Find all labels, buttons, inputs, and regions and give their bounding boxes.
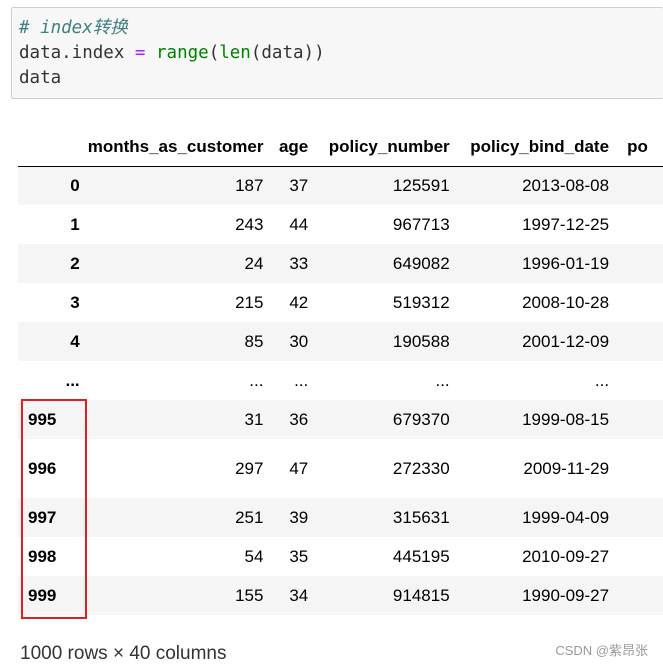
cell	[609, 283, 663, 322]
row-index: 3	[70, 292, 80, 312]
cell: 125591	[392, 175, 450, 195]
cell	[609, 205, 663, 244]
cell: 31	[244, 409, 264, 429]
cell: 297	[235, 458, 264, 478]
cell: ...	[249, 370, 264, 390]
row-index: 4	[70, 331, 80, 351]
cell	[609, 244, 663, 283]
table-row: 3 215 42 519312 2008-10-28	[18, 283, 663, 322]
cell: 251	[235, 507, 264, 527]
cell: 2010-09-27	[522, 546, 610, 566]
cell: ...	[594, 370, 610, 390]
cell: 2008-10-28	[522, 292, 610, 312]
cell: 33	[289, 253, 309, 273]
cell: 30	[289, 331, 309, 351]
cell: 42	[289, 292, 309, 312]
cell: 914815	[392, 585, 450, 605]
cell: 243	[235, 214, 264, 234]
table-row: 0 187 37 125591 2013-08-08	[18, 166, 663, 205]
code-comment-line: # index转换	[19, 18, 128, 38]
cell	[609, 400, 663, 439]
cell	[609, 576, 663, 615]
code-output-var-line: data	[19, 68, 62, 88]
table-header-row: months_as_customer age policy_number pol…	[18, 128, 663, 166]
table-row: 999 155 34 914815 1990-09-27	[18, 576, 663, 615]
cell: 24	[244, 253, 264, 273]
table-row-ellipsis: ... ... ... ... ...	[18, 361, 663, 400]
cell: 54	[244, 546, 264, 566]
cell: 272330	[392, 458, 450, 478]
cell: 2001-12-09	[522, 331, 610, 351]
code-assignment-line: data.index = range(len(data))	[19, 43, 325, 63]
index-header	[18, 128, 80, 166]
watermark: CSDN @紫昂张	[555, 643, 648, 658]
cell: 37	[289, 175, 309, 195]
table-row: 2 24 33 649082 1996-01-19	[18, 244, 663, 283]
cell	[609, 322, 663, 361]
highlight-box	[21, 399, 87, 619]
row-index: 2	[70, 253, 80, 273]
cell	[609, 361, 663, 400]
cell: 44	[289, 214, 309, 234]
cell: 315631	[392, 507, 450, 527]
row-index: 0	[70, 175, 80, 195]
cell: 649082	[392, 253, 450, 273]
cell: 679370	[392, 409, 450, 429]
cell	[609, 439, 663, 498]
row-index: 1	[70, 214, 80, 234]
cell: 1999-04-09	[522, 507, 610, 527]
code-cell[interactable]: # index转换 data.index = range(len(data)) …	[11, 7, 663, 99]
cell: 36	[289, 409, 309, 429]
cell: 1990-09-27	[522, 585, 610, 605]
table-row: 998 54 35 445195 2010-09-27	[18, 537, 663, 576]
cell: ...	[294, 370, 309, 390]
cell: 47	[289, 458, 309, 478]
column-header: months_as_customer	[87, 136, 264, 156]
cell	[609, 537, 663, 576]
table-row: 995 31 36 679370 1999-08-15	[18, 400, 663, 439]
cell: 1996-01-19	[522, 253, 610, 273]
cell: 215	[235, 292, 264, 312]
dataframe-table: months_as_customer age policy_number pol…	[18, 128, 663, 615]
cell: 1997-12-25	[522, 214, 610, 234]
cell: 2009-11-29	[523, 458, 610, 478]
cell: 187	[235, 175, 264, 195]
column-header: policy_number	[328, 136, 450, 156]
table-row: 1 243 44 967713 1997-12-25	[18, 205, 663, 244]
column-header: age	[278, 136, 309, 156]
cell: 34	[289, 585, 309, 605]
cell: 1999-08-15	[522, 409, 610, 429]
cell: 155	[235, 585, 264, 605]
column-header: policy_bind_date	[470, 136, 610, 156]
cell: ...	[435, 370, 450, 390]
shape-summary: 1000 rows × 40 columns	[20, 643, 227, 664]
table-row: 996 297 47 272330 2009-11-29	[18, 439, 663, 498]
cell: 967713	[392, 214, 450, 234]
cell: 85	[244, 331, 264, 351]
cell	[609, 498, 663, 537]
column-header: po	[627, 136, 648, 156]
dataframe-output: months_as_customer age policy_number pol…	[18, 128, 663, 615]
row-index: ...	[65, 370, 80, 390]
cell: 39	[289, 507, 309, 527]
cell	[609, 166, 663, 205]
table-row: 997 251 39 315631 1999-04-09	[18, 498, 663, 537]
table-row: 4 85 30 190588 2001-12-09	[18, 322, 663, 361]
cell: 519312	[392, 292, 450, 312]
cell: 35	[289, 546, 309, 566]
cell: 2013-08-08	[522, 175, 610, 195]
cell: 445195	[392, 546, 450, 566]
cell: 190588	[392, 331, 450, 351]
